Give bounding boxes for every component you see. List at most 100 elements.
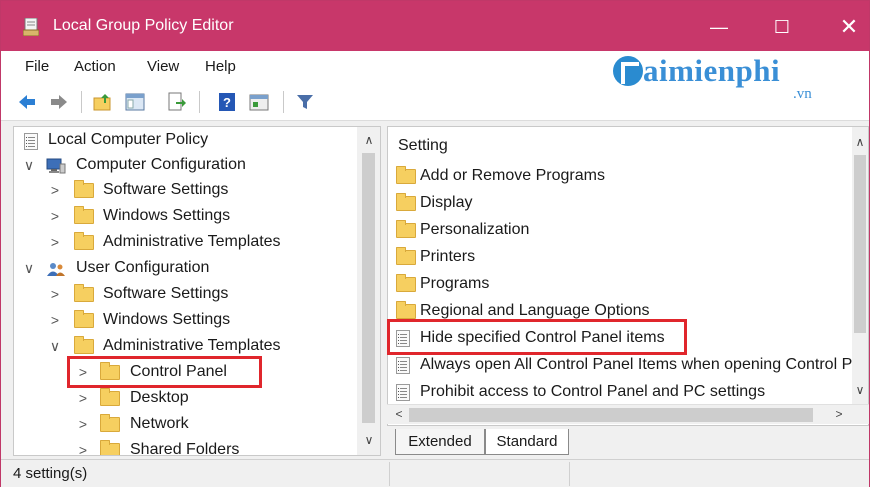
column-header-setting[interactable]: Setting xyxy=(398,137,448,155)
chevron-right-icon[interactable]: > xyxy=(48,208,62,224)
list-item[interactable]: Programs xyxy=(388,272,858,298)
status-divider xyxy=(389,462,390,486)
watermark-text: aimienphi xyxy=(643,53,781,88)
chevron-right-icon[interactable]: > xyxy=(48,312,62,328)
chevron-down-icon[interactable]: ∨ xyxy=(22,260,36,277)
folder-icon xyxy=(74,206,94,225)
folder-icon xyxy=(74,180,94,199)
tree-item-computer-configuration[interactable]: ∨ Computer Configuration xyxy=(14,154,354,179)
folder-icon xyxy=(100,414,120,433)
chevron-down-icon[interactable]: ∨ xyxy=(22,157,36,174)
close-button[interactable]: ✕ xyxy=(837,15,861,39)
folder-icon xyxy=(74,310,94,329)
group-policy-app-icon xyxy=(23,18,39,36)
list-item-label: Always open All Control Panel Items when… xyxy=(420,356,858,373)
scroll-down-icon[interactable]: ∨ xyxy=(852,383,868,397)
menu-action[interactable]: Action xyxy=(74,58,116,75)
chevron-right-icon[interactable]: > xyxy=(48,182,62,198)
tree-item-label: Software Settings xyxy=(103,285,229,302)
list-item[interactable]: Always open All Control Panel Items when… xyxy=(388,353,858,379)
tree-item-software-settings[interactable]: > Software Settings xyxy=(14,179,354,204)
tab-standard[interactable]: Standard xyxy=(485,429,569,455)
tree-item-user-configuration[interactable]: ∨ User Configuration xyxy=(14,257,354,282)
chevron-down-icon[interactable]: ∨ xyxy=(48,338,62,355)
tree-pane: Local Computer Policy ∨ Computer Configu… xyxy=(13,126,381,456)
tree-item-windows-settings[interactable]: > Windows Settings xyxy=(14,205,354,230)
chevron-right-icon[interactable]: > xyxy=(48,286,62,302)
tree-vertical-scrollbar[interactable]: ∧ ∨ xyxy=(357,127,380,455)
back-icon[interactable] xyxy=(17,92,37,112)
folder-icon xyxy=(100,440,120,455)
forward-icon[interactable] xyxy=(49,92,69,112)
tree-item-label: Windows Settings xyxy=(103,311,231,328)
menu-help[interactable]: Help xyxy=(205,58,236,75)
list-item-label: Programs xyxy=(420,275,490,292)
list-item[interactable]: Prohibit access to Control Panel and PC … xyxy=(388,380,858,406)
scroll-up-icon[interactable]: ∧ xyxy=(361,133,377,147)
status-divider xyxy=(569,462,570,486)
folder-icon xyxy=(396,220,416,238)
svg-text:?: ? xyxy=(223,95,231,110)
show-hide-tree-icon[interactable] xyxy=(125,92,145,112)
help-icon[interactable]: ? xyxy=(217,92,237,112)
watermark-domain: .vn xyxy=(793,86,812,102)
tree-item-windows-settings[interactable]: > Windows Settings xyxy=(14,309,354,334)
list-item[interactable]: Display xyxy=(388,191,858,217)
tree-scroll-thumb[interactable] xyxy=(362,153,375,423)
toolbar-separator xyxy=(199,91,200,113)
list-item[interactable]: Personalization xyxy=(388,218,858,244)
menu-view[interactable]: View xyxy=(147,58,179,75)
folder-icon xyxy=(100,388,120,407)
tree-item-software-settings[interactable]: > Software Settings xyxy=(14,283,354,308)
status-text: 4 setting(s) xyxy=(13,465,88,482)
list-item-label: Prohibit access to Control Panel and PC … xyxy=(420,383,766,400)
list-item-label: Printers xyxy=(420,248,476,265)
tree-item-desktop[interactable]: > Desktop xyxy=(14,387,354,412)
tree-item-label: Administrative Templates xyxy=(103,233,281,250)
list-item-label: Personalization xyxy=(420,221,530,238)
tree-item-label: Desktop xyxy=(130,389,189,406)
list-item[interactable]: Add or Remove Programs xyxy=(388,164,858,190)
export-list-icon[interactable] xyxy=(167,92,187,112)
scroll-down-icon[interactable]: ∨ xyxy=(361,433,377,447)
window: Local Group Policy Editor — ☐ ✕ File Act… xyxy=(0,0,870,487)
list-horizontal-scrollbar[interactable]: < > xyxy=(387,404,869,424)
folder-icon xyxy=(396,301,416,319)
properties-icon[interactable] xyxy=(249,92,269,112)
chevron-right-icon[interactable]: > xyxy=(76,416,90,432)
filter-icon[interactable] xyxy=(295,92,315,112)
title-bar: Local Group Policy Editor — ☐ ✕ xyxy=(1,1,869,51)
tree-item-local-computer-policy[interactable]: Local Computer Policy xyxy=(14,129,354,154)
list-scroll-thumb[interactable] xyxy=(854,155,866,333)
minimize-button[interactable]: — xyxy=(707,15,731,39)
folder-icon xyxy=(396,166,416,184)
chevron-right-icon[interactable]: > xyxy=(76,390,90,406)
scroll-up-icon[interactable]: ∧ xyxy=(852,135,868,149)
folder-icon xyxy=(396,274,416,292)
settings-list-pane: Setting Add or Remove Programs Display P… xyxy=(387,126,869,426)
chevron-right-icon[interactable]: > xyxy=(76,442,90,455)
window-title: Local Group Policy Editor xyxy=(53,17,234,34)
scroll-left-icon[interactable]: < xyxy=(391,407,407,421)
menu-file[interactable]: File xyxy=(25,58,49,75)
scroll-right-icon[interactable]: > xyxy=(831,407,847,421)
list-vertical-scrollbar[interactable]: ∧ ∨ xyxy=(852,127,868,405)
setting-doc-icon xyxy=(396,357,410,374)
list-item[interactable]: Printers xyxy=(388,245,858,271)
policy-doc-icon xyxy=(24,133,44,150)
folder-open-icon xyxy=(74,336,94,355)
tree-item-label: Computer Configuration xyxy=(76,156,246,173)
tab-extended[interactable]: Extended xyxy=(395,429,485,455)
maximize-button[interactable]: ☐ xyxy=(770,15,794,39)
tree-item-label: Software Settings xyxy=(103,181,229,198)
tree-item-label: Local Computer Policy xyxy=(48,131,209,148)
chevron-right-icon[interactable]: > xyxy=(48,234,62,250)
list-horizontal-scroll-thumb[interactable] xyxy=(409,408,813,422)
folder-icon xyxy=(396,193,416,211)
tree-item-network[interactable]: > Network xyxy=(14,413,354,438)
tree-item-administrative-templates[interactable]: > Administrative Templates xyxy=(14,231,354,256)
tree-item-shared-folders[interactable]: > Shared Folders xyxy=(14,439,354,455)
watermark-t-icon xyxy=(613,56,643,86)
up-folder-icon[interactable] xyxy=(93,92,113,112)
tree-item-label: Administrative Templates xyxy=(103,337,281,354)
